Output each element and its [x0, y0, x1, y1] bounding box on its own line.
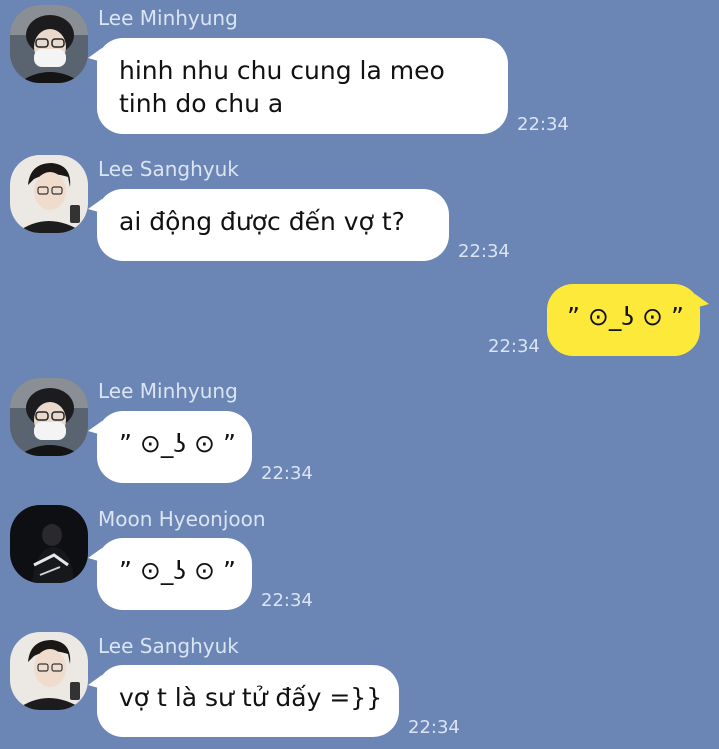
- message-bubble[interactable]: ” ⊙_ʖ ⊙ ”: [88, 538, 252, 610]
- sender-name: Lee Minhyung: [98, 379, 238, 403]
- message-text: ” ⊙_ʖ ⊙ ”: [119, 556, 236, 585]
- sender-name: Lee Minhyung: [98, 6, 238, 30]
- message-timestamp: 22:34: [261, 590, 313, 611]
- message-timestamp: 22:34: [488, 336, 540, 357]
- message-timestamp: 22:34: [408, 717, 460, 738]
- message-timestamp: 22:34: [261, 463, 313, 484]
- message-text: ” ⊙_ʖ ⊙ ”: [567, 302, 684, 331]
- sender-name: Lee Sanghyuk: [98, 157, 239, 181]
- avatar-lee-minhyung[interactable]: [10, 5, 88, 83]
- avatar-lee-sanghyuk[interactable]: [10, 155, 88, 233]
- message-text: vợ t là sư tử đấy =}}: [119, 683, 383, 712]
- message-bubble[interactable]: ai động được đến vợ t?: [88, 189, 449, 261]
- avatar-lee-sanghyuk[interactable]: [10, 632, 88, 710]
- message-bubble[interactable]: vợ t là sư tử đấy =}}: [88, 665, 399, 737]
- my-message-bubble[interactable]: ” ⊙_ʖ ⊙ ”: [547, 284, 709, 356]
- message-timestamp: 22:34: [517, 114, 569, 135]
- message-bubble[interactable]: hinh nhu chu cung la meo tinh do chu a: [88, 38, 508, 134]
- sender-name: Moon Hyeonjoon: [98, 507, 266, 531]
- message-text-line: hinh nhu chu cung la meo: [119, 56, 445, 85]
- message-text: ai động được đến vợ t?: [119, 207, 405, 236]
- message-bubble[interactable]: ” ⊙_ʖ ⊙ ”: [88, 411, 252, 483]
- message-text: ” ⊙_ʖ ⊙ ”: [119, 429, 236, 458]
- avatar-lee-minhyung[interactable]: [10, 378, 88, 456]
- message-text-line: tinh do chu a: [119, 89, 284, 118]
- sender-name: Lee Sanghyuk: [98, 634, 239, 658]
- message-timestamp: 22:34: [458, 241, 510, 262]
- avatar-moon-hyeonjoon[interactable]: [10, 505, 88, 583]
